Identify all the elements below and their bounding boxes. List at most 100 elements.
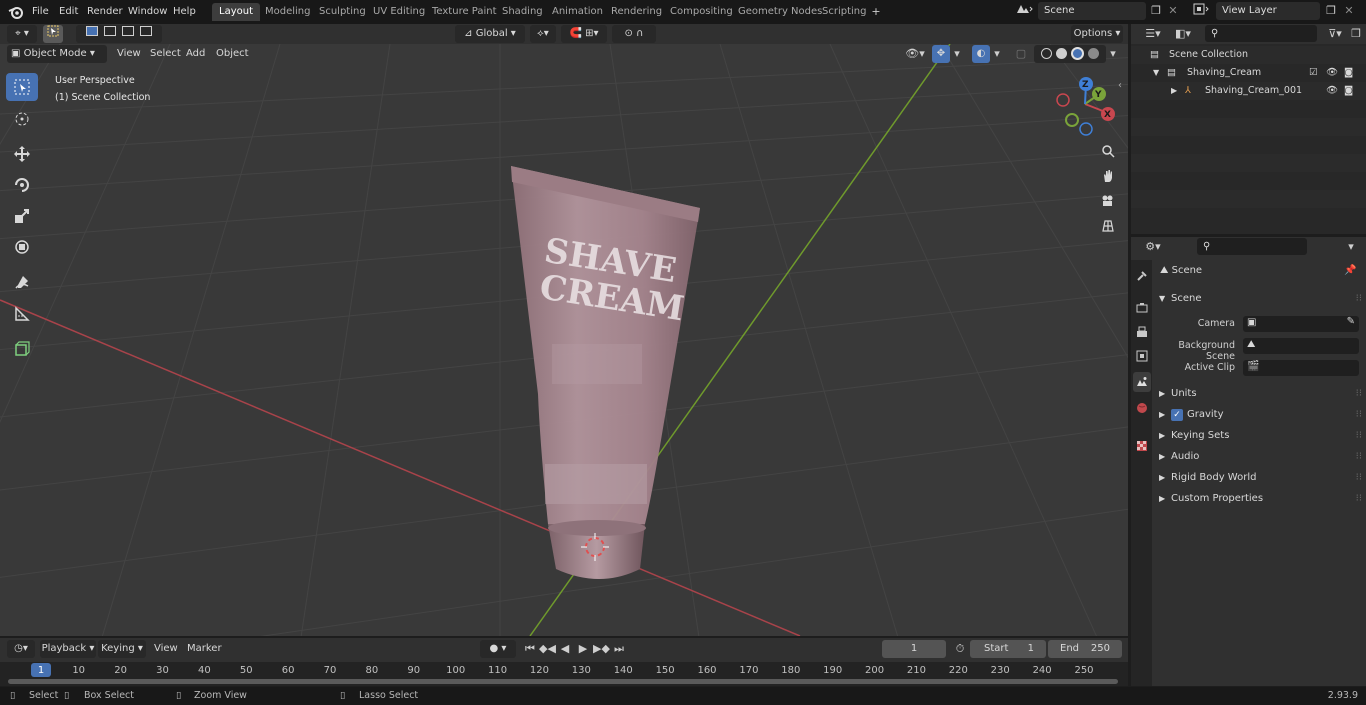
measure-tool-icon[interactable] (6, 300, 38, 328)
gravity-panel-header[interactable]: ▶ ✓ Gravity ⁝⁝ (1153, 405, 1366, 425)
gizmo-toggle-icon[interactable]: ✥ (932, 45, 950, 63)
timeline-scrollbar[interactable] (8, 679, 1118, 684)
pin-icon[interactable]: 📌 (1344, 265, 1356, 276)
outliner-row-shaving-cream[interactable]: ▼ ▤ Shaving_Cream ☑ 👁 ◙ (1131, 64, 1366, 82)
select-box-tool-icon[interactable] (6, 73, 38, 101)
add-cube-tool-icon[interactable] (6, 335, 38, 363)
options-dropdown[interactable]: Options ▾ (1071, 25, 1123, 43)
scene-properties-tab-icon[interactable] (1133, 372, 1151, 392)
scene-copy-icon[interactable]: ❐ (1148, 2, 1164, 20)
jump-to-prev-keyframe-icon[interactable]: ◆◀ (539, 640, 556, 658)
expand-down-icon[interactable]: ▼ (1153, 64, 1159, 82)
add-workspace-icon[interactable]: + (868, 3, 884, 21)
scene-browse-icon[interactable] (1012, 2, 1036, 20)
gravity-checkbox[interactable]: ✓ (1171, 409, 1183, 421)
drag-handle-icon[interactable]: ⁝⁝ (1356, 384, 1362, 404)
keying-dropdown[interactable]: Keying ▾ (98, 640, 146, 658)
menu-edit[interactable]: Edit (57, 4, 80, 20)
drag-handle-icon[interactable]: ⁝⁝ (1356, 447, 1362, 467)
tab-texture-paint[interactable]: Texture Paint (425, 3, 504, 21)
view-layer-copy-icon[interactable]: ❐ (1323, 2, 1339, 20)
rotate-tool-icon[interactable] (6, 171, 38, 199)
texture-properties-tab-icon[interactable] (1133, 436, 1151, 456)
transform-tool-icon[interactable] (6, 233, 38, 261)
view-layer-properties-tab-icon[interactable] (1133, 346, 1151, 366)
selection-mode-group[interactable] (76, 25, 162, 43)
zoom-view-icon[interactable] (1097, 140, 1119, 162)
tab-uv-editing[interactable]: UV Editing (366, 3, 432, 21)
tab-layout[interactable]: Layout (212, 3, 260, 21)
wireframe-shading-icon[interactable] (1041, 48, 1052, 59)
keying-sets-panel-header[interactable]: ▶ Keying Sets ⁝⁝ (1153, 426, 1366, 446)
pan-hand-icon[interactable] (1097, 165, 1119, 187)
expand-right-icon[interactable]: ▶ (1171, 82, 1177, 100)
play-icon[interactable]: ▶ (575, 640, 591, 658)
background-scene-field[interactable]: ⛰ (1243, 338, 1359, 354)
end-frame-field[interactable]: End 250 (1048, 640, 1122, 658)
outliner-search-input[interactable]: ⚲ (1205, 25, 1317, 42)
auto-keying-icon[interactable]: ● ▾ (480, 640, 516, 658)
xray-toggle-icon[interactable]: ▢ (1012, 45, 1030, 63)
overlays-toggle-icon[interactable]: ◐ (972, 45, 990, 63)
tab-rendering[interactable]: Rendering (604, 3, 669, 21)
current-frame-field[interactable]: 1 (882, 640, 946, 658)
3d-viewport[interactable]: SHAVE CREAM X Y Z User Perspective (1) S (0, 44, 1128, 636)
properties-search-input[interactable]: ⚲ (1197, 238, 1307, 255)
solid-shading-icon[interactable] (1056, 48, 1067, 59)
camera-field[interactable]: ▣ ✎ (1243, 316, 1359, 332)
viewport-menu-select[interactable]: Select (146, 45, 185, 63)
scale-tool-icon[interactable] (6, 202, 38, 230)
new-collection-icon[interactable]: ❒ (1349, 25, 1363, 43)
scene-name-field[interactable]: Scene (1038, 2, 1146, 20)
blender-logo-icon[interactable] (8, 4, 24, 20)
units-panel-header[interactable]: ▶ Units ⁝⁝ (1153, 384, 1366, 404)
viewport-menu-view[interactable]: View (113, 45, 145, 63)
timeline-menu-marker[interactable]: Marker (183, 640, 226, 658)
tab-sculpting[interactable]: Sculpting (312, 3, 373, 21)
camera-view-icon[interactable] (1097, 190, 1119, 212)
select-tweak-icon[interactable] (43, 25, 63, 43)
pivot-point-icon[interactable]: ⟡▾ (530, 25, 556, 43)
overlays-dropdown-icon[interactable]: ▾ (990, 45, 1004, 63)
shading-mode-group[interactable] (1034, 45, 1106, 63)
properties-editor-type-icon[interactable]: ⚙▾ (1139, 238, 1167, 256)
camera-icon[interactable]: ◙ (1344, 64, 1353, 82)
outliner-row-shaving-cream-001[interactable]: ▶ ⅄ Shaving_Cream_001 👁 ◙ (1131, 82, 1366, 100)
jump-to-end-icon[interactable]: ⏭ (611, 640, 627, 658)
drag-handle-icon[interactable]: ⁝⁝ (1356, 405, 1362, 425)
editor-type-3d-icon[interactable]: ⌖ ▾ (7, 25, 37, 43)
eyedropper-icon[interactable]: ✎ (1347, 316, 1355, 327)
stopwatch-icon[interactable]: ⏱ (952, 640, 968, 658)
annotate-tool-icon[interactable] (6, 269, 38, 297)
drag-handle-icon[interactable]: ⁝⁝ (1356, 289, 1362, 309)
camera-icon[interactable]: ◙ (1344, 82, 1353, 100)
properties-options-icon[interactable]: ▾ (1343, 238, 1359, 256)
outliner-editor-type-icon[interactable]: ☰▾ (1139, 25, 1167, 43)
rendered-shading-icon[interactable] (1088, 48, 1099, 59)
render-properties-tab-icon[interactable] (1133, 298, 1151, 318)
menu-render[interactable]: Render (85, 4, 125, 20)
world-properties-tab-icon[interactable] (1133, 398, 1151, 418)
snapping-icon[interactable]: 🧲 ⊞▾ (561, 25, 607, 43)
output-properties-tab-icon[interactable] (1133, 322, 1151, 342)
transform-orientation-dropdown[interactable]: ⊿ Global ▾ (455, 25, 525, 43)
move-tool-icon[interactable] (6, 140, 38, 168)
proportional-editing-icon[interactable]: ⊙ ∩ (612, 25, 656, 43)
view-layer-browse-icon[interactable] (1189, 2, 1215, 20)
drag-handle-icon[interactable]: ⁝⁝ (1356, 426, 1362, 446)
viewport-menu-add[interactable]: Add (182, 45, 209, 63)
menu-help[interactable]: Help (171, 4, 198, 20)
mode-dropdown[interactable]: ▣ Object Mode ▾ (7, 45, 107, 63)
tab-scripting[interactable]: Scripting (815, 3, 873, 21)
shaving-cream-tube[interactable] (511, 166, 700, 579)
audio-panel-header[interactable]: ▶ Audio ⁝⁝ (1153, 447, 1366, 467)
menu-file[interactable]: File (30, 4, 51, 20)
exclude-checkbox-icon[interactable]: ☑ (1309, 64, 1318, 82)
tab-compositing[interactable]: Compositing (663, 3, 740, 21)
play-reverse-icon[interactable]: ◀ (557, 640, 573, 658)
shading-dropdown-icon[interactable]: ▾ (1106, 45, 1120, 63)
jump-to-next-keyframe-icon[interactable]: ▶◆ (593, 640, 610, 658)
timeline-menu-view[interactable]: View (150, 640, 182, 658)
ortho-grid-icon[interactable] (1097, 215, 1119, 237)
gizmo-dropdown-icon[interactable]: ▾ (950, 45, 964, 63)
